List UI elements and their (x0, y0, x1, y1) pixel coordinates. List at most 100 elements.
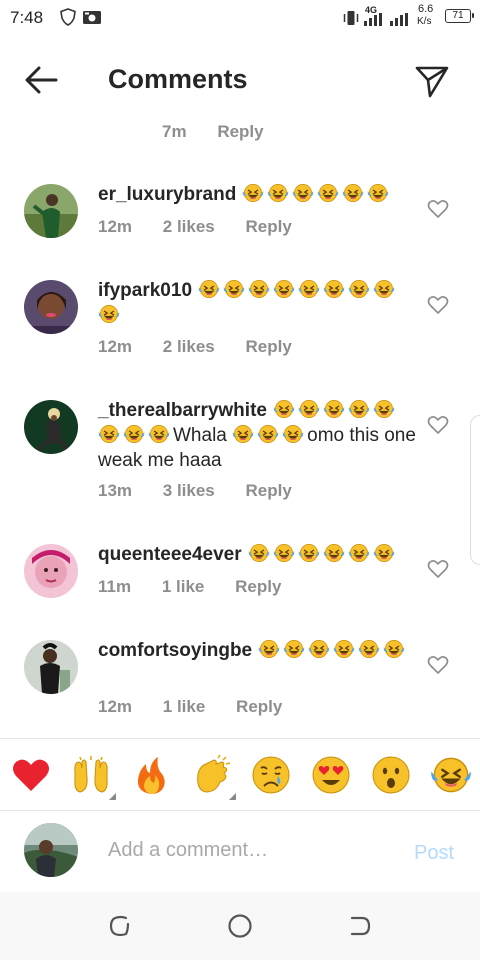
status-bar: 7:48 4G 6.6 K/s 71 (0, 0, 480, 36)
reply-button[interactable]: Reply (217, 122, 263, 141)
tears-of-joy-icon (148, 424, 170, 444)
post-button[interactable]: Post (414, 842, 454, 865)
tears-of-joy-icon (373, 279, 395, 299)
tears-of-joy-icon[interactable] (430, 754, 472, 796)
tears-of-joy-icon (323, 279, 345, 299)
tears-of-joy-icon (308, 639, 330, 659)
comment-username[interactable]: er_luxurybrand (98, 184, 236, 205)
comment-likes[interactable]: 1 like (162, 577, 205, 596)
battery-icon: 71 (445, 9, 474, 23)
comment-time: 12m (98, 337, 133, 356)
tears-of-joy-icon (323, 543, 345, 563)
net-speed-unit: K/s (417, 16, 432, 27)
tears-of-joy-icon (298, 543, 320, 563)
tears-of-joy-icon (317, 183, 339, 203)
crying-face-icon[interactable] (250, 754, 292, 796)
astonished-face-icon[interactable] (370, 754, 412, 796)
tears-of-joy-icon (267, 183, 289, 203)
reply-button[interactable]: Reply (236, 697, 282, 716)
comment-body: comfortsoyingbe (98, 638, 418, 663)
comment-username[interactable]: queenteee4ever (98, 544, 242, 565)
comment-username[interactable]: _therealbarrywhite (98, 400, 267, 421)
header: Comments (0, 50, 480, 110)
avatar[interactable] (24, 280, 78, 334)
red-heart-icon[interactable] (10, 754, 52, 796)
tears-of-joy-icon (257, 424, 279, 444)
shield-icon (60, 8, 76, 26)
comment-meta: 11m 1 like Reply (98, 577, 307, 597)
tears-of-joy-icon (273, 399, 295, 419)
avatar[interactable] (24, 640, 78, 694)
more-variants-indicator (229, 793, 236, 800)
reply-button[interactable]: Reply (246, 217, 292, 236)
tears-of-joy-icon (348, 399, 370, 419)
system-navigation-bar (0, 892, 480, 960)
reply-button[interactable]: Reply (246, 337, 292, 356)
comment-body: _therealbarrywhiteWhala omo this one wea… (98, 398, 418, 473)
quick-reactions-bar (0, 740, 480, 810)
vibrate-icon (343, 11, 359, 25)
net-speed-value: 6.6 (418, 3, 434, 15)
tears-of-joy-icon (348, 543, 370, 563)
comment-meta: 13m 3 likes Reply (98, 481, 318, 501)
tears-of-joy-icon (232, 424, 254, 444)
home-icon[interactable] (226, 912, 254, 940)
comment-meta: 12m 2 likes Reply (98, 217, 318, 237)
comment-time: 12m (98, 697, 133, 716)
scrollbar[interactable] (470, 415, 480, 565)
tears-of-joy-icon (333, 639, 355, 659)
back-arrow-icon[interactable] (20, 62, 64, 98)
clapping-hands-icon (197, 754, 231, 793)
avatar[interactable] (24, 184, 78, 238)
tears-of-joy-icon (373, 399, 395, 419)
comment-time: 13m (98, 481, 133, 500)
heart-eyes-icon[interactable] (310, 754, 352, 796)
tears-of-joy-icon (198, 279, 220, 299)
comment-likes[interactable]: 2 likes (163, 337, 215, 356)
comment-time: 11m (98, 577, 132, 596)
avatar[interactable] (24, 400, 78, 454)
tears-of-joy-icon (282, 424, 304, 444)
comment-meta: 7m Reply (162, 122, 290, 142)
tears-of-joy-icon (273, 279, 295, 299)
like-heart-icon[interactable] (426, 198, 450, 220)
recent-apps-icon[interactable] (106, 912, 134, 940)
tears-of-joy-icon (367, 183, 389, 203)
comment-input[interactable] (98, 832, 398, 868)
comment-meta: 12m 2 likes Reply (98, 337, 318, 357)
comment-username[interactable]: comfortsoyingbe (98, 640, 252, 661)
tears-of-joy-icon (373, 543, 395, 563)
photo-icon (83, 11, 101, 24)
tears-of-joy-icon (298, 279, 320, 299)
comment-likes[interactable]: 2 likes (163, 217, 215, 236)
reply-button[interactable]: Reply (235, 577, 281, 596)
comment-likes[interactable]: 1 like (163, 697, 206, 716)
tears-of-joy-icon (258, 639, 280, 659)
fire-icon[interactable] (130, 754, 172, 796)
tears-of-joy-icon (98, 424, 120, 444)
clapping-hands-icon[interactable] (190, 754, 236, 800)
comment-time: 7m (162, 122, 187, 141)
more-variants-indicator (109, 793, 116, 800)
tears-of-joy-icon (298, 399, 320, 419)
like-heart-icon[interactable] (426, 558, 450, 580)
avatar[interactable] (24, 544, 78, 598)
tears-of-joy-icon (348, 279, 370, 299)
tears-of-joy-icon (292, 183, 314, 203)
raising-hands-icon (74, 756, 108, 793)
like-heart-icon[interactable] (426, 414, 450, 436)
comment-time: 12m (98, 217, 133, 236)
like-heart-icon[interactable] (426, 654, 450, 676)
comment-likes[interactable]: 3 likes (163, 481, 215, 500)
comment-list[interactable]: 7m Reply er_luxurybrand 12m 2 likes Repl… (0, 110, 480, 738)
reply-button[interactable]: Reply (246, 481, 292, 500)
comment-username[interactable]: ifypark010 (98, 280, 192, 301)
avatar[interactable] (24, 823, 78, 877)
like-heart-icon[interactable] (426, 294, 450, 316)
raising-hands-icon[interactable] (70, 754, 116, 800)
back-nav-icon[interactable] (346, 912, 374, 940)
comment-body: queenteee4ever (98, 542, 418, 567)
tears-of-joy-icon (98, 304, 120, 324)
tears-of-joy-icon (223, 279, 245, 299)
paper-plane-icon[interactable] (412, 60, 452, 100)
